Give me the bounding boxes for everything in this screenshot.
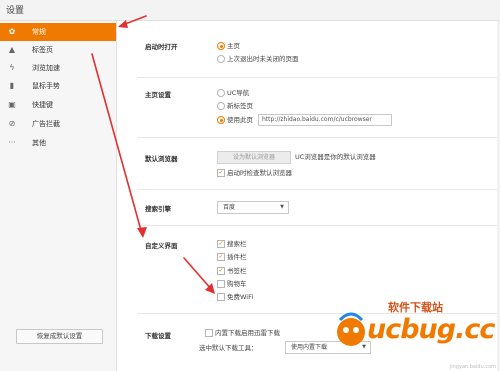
download-section-title: 下载设置 (145, 332, 171, 340)
checkbox[interactable] (217, 280, 225, 288)
homepage-section-title: 主页设置 (145, 91, 171, 99)
custom-ui-section-title: 自定义界面 (145, 242, 178, 250)
divider (137, 137, 500, 138)
sidebar-item-label: 浏览加速 (32, 64, 60, 72)
checkbox[interactable] (205, 329, 213, 337)
tab-icon: ▲ (8, 45, 16, 54)
divider (137, 77, 500, 78)
sidebar-item-shortcuts[interactable]: ▣ 快捷键 (0, 96, 116, 114)
title-bar: 设置 (0, 0, 500, 21)
keyboard-icon: ▣ (8, 100, 16, 109)
divider (137, 189, 500, 190)
sidebar-item-label: 快捷键 (32, 101, 53, 109)
sidebar-item-acceleration[interactable]: ϟ 浏览加速 (0, 59, 116, 77)
mouse-icon: ▮ (9, 81, 15, 90)
radio-button[interactable] (217, 89, 225, 97)
checkbox[interactable] (217, 240, 225, 248)
sidebar-item-general[interactable]: ✿ 常规 (0, 23, 116, 41)
default-browser-section-title: 默认浏览器 (145, 155, 178, 163)
sidebar-item-ad-block[interactable]: ⊘ 广告拦截 (0, 115, 116, 133)
checkbox[interactable] (217, 253, 225, 261)
sidebar-item-label: 广告拦截 (32, 120, 60, 128)
sidebar-item-tabs[interactable]: ▲ 标签页 (0, 41, 116, 59)
search-engine-section-title: 搜索引擎 (145, 205, 171, 213)
radio-button[interactable] (217, 102, 225, 110)
chevron-down-icon: ▼ (280, 204, 284, 210)
block-icon: ⊘ (8, 119, 16, 128)
checkbox[interactable] (217, 169, 225, 177)
watermark-small-text: jingyan.baidu.com (449, 364, 496, 370)
radio-button[interactable] (217, 42, 225, 50)
set-default-browser-button[interactable]: 设为默认浏览器 (217, 151, 291, 164)
divider (137, 225, 500, 226)
sidebar-item-label: 常规 (32, 28, 46, 36)
checkbox[interactable] (217, 293, 225, 301)
sidebar-item-other[interactable]: ··· 其他 (0, 134, 116, 152)
watermark: 软件下载站 ucbug.cc jingyan.baidu.com (330, 301, 500, 371)
sidebar-item-mouse-gestures[interactable]: ▮ 鼠标手势 (0, 77, 116, 95)
radio-button[interactable] (217, 55, 225, 63)
sidebar: ✿ 常规 ▲ 标签页 ϟ 浏览加速 ▮ 鼠标手势 ▣ 快捷键 ⊘ 广告拦截 ··… (0, 21, 117, 371)
lightning-icon: ϟ (9, 63, 15, 72)
sidebar-item-label: 鼠标手势 (32, 82, 60, 90)
sidebar-item-label: 其他 (32, 139, 46, 147)
gear-icon: ✿ (8, 27, 16, 36)
watermark-url: ucbug.cc (367, 314, 495, 345)
more-icon: ··· (8, 138, 16, 147)
homepage-url-input[interactable]: http://zhidao.baidu.com/c/ucbrowser (258, 114, 392, 126)
ucbug-logo-icon (337, 312, 365, 346)
search-engine-select[interactable]: 百度 ▼ (217, 201, 289, 214)
checkbox[interactable] (217, 267, 225, 275)
window-title: 设置 (6, 6, 25, 16)
radio-button[interactable] (217, 116, 225, 124)
sidebar-item-label: 标签页 (32, 46, 53, 54)
startup-section-title: 启动时打开 (145, 43, 178, 51)
restore-defaults-button[interactable]: 恢复成默认设置 (16, 329, 103, 344)
watermark-slogan: 软件下载站 (388, 301, 443, 314)
